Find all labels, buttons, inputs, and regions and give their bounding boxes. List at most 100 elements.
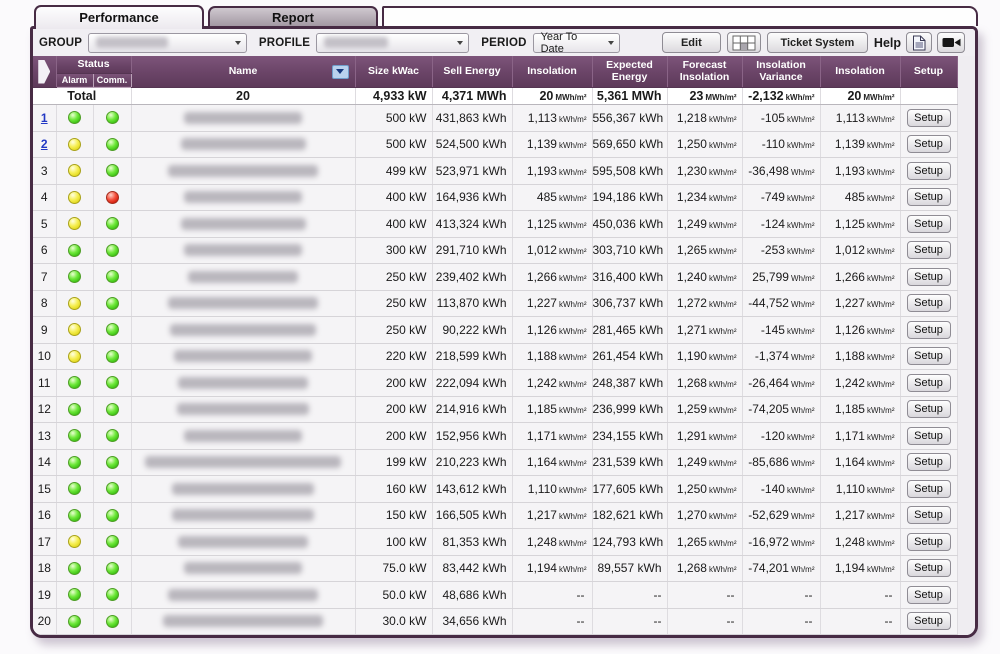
insolation2-cell-unit: kWh/m² [867,221,895,230]
insolation-variance-cell: -140kWh/m² [742,476,820,503]
forecast-insolation-cell-value: 1,249 [677,217,707,231]
comm-status-cell [93,131,131,158]
total-setup-empty [900,88,957,105]
size-cell: 250 kW [355,264,432,291]
insolation-cell: 1,012kWh/m² [512,237,592,264]
expected-energy-cell: 177,605 kWh [592,476,667,503]
site-name-redacted [172,509,314,521]
row-number: 6 [41,243,48,257]
alarm-status-cell [56,264,93,291]
setup-button[interactable]: Setup [907,612,951,630]
insolation-cell-value: 1,110 [528,482,557,496]
alarm-status-cell [56,423,93,450]
help-video-button[interactable] [937,32,965,53]
table-row: 4400 kW164,936 kWh485kWh/m²194,186 kWh1,… [33,184,957,211]
table-row: 1500 kW431,863 kWh1,113kWh/m²556,367 kWh… [33,105,957,132]
alarm-led-green [68,376,81,389]
setup-button[interactable]: Setup [907,268,951,286]
setup-button[interactable]: Setup [907,347,951,365]
alarm-status-cell [56,343,93,370]
row-number-link[interactable]: 1 [41,111,48,125]
insolation-variance-cell: -52,629Wh/m² [742,502,820,529]
row-number-cell: 1 [33,105,56,132]
forecast-insolation-cell: 1,291kWh/m² [667,423,742,450]
insolation-variance-cell: -- [742,582,820,609]
table-row: 2500 kW524,500 kWh1,139kWh/m²569,650 kWh… [33,131,957,158]
setup-button[interactable]: Setup [907,586,951,604]
size-cell: 200 kW [355,370,432,397]
setup-button[interactable]: Setup [907,533,951,551]
insolation-cell-value: 1,248 [527,535,557,549]
forecast-insolation-cell-unit: kWh/m² [709,221,737,230]
insolation2-cell-value: 1,113 [836,111,865,125]
setup-button[interactable]: Setup [907,480,951,498]
insolation2-cell-unit: kWh/m² [867,486,895,495]
sell-energy-cell: 113,870 kWh [432,290,512,317]
setup-button[interactable]: Setup [907,162,951,180]
site-name-redacted [168,297,318,309]
row-number: 15 [38,482,51,496]
setup-cell: Setup [900,158,957,185]
setup-button[interactable]: Setup [907,453,951,471]
help-document-button[interactable] [906,32,932,53]
grid-view-button[interactable] [727,32,761,53]
insolation2-cell-value: 1,164 [835,455,865,469]
setup-button[interactable]: Setup [907,215,951,233]
comm-status-cell [93,158,131,185]
setup-button[interactable]: Setup [907,294,951,312]
profile-select[interactable] [316,33,469,53]
setup-button[interactable]: Setup [907,135,951,153]
tab-performance[interactable]: Performance [34,5,204,29]
insolation-cell-value: 1,171 [527,429,557,443]
setup-button[interactable]: Setup [907,506,951,524]
size-cell: 200 kW [355,423,432,450]
insolation2-cell-unit: kWh/m² [867,300,895,309]
comm-status-cell [93,396,131,423]
collapse-arrow-header[interactable] [33,56,56,88]
setup-button[interactable]: Setup [907,400,951,418]
insolation-cell: 1,125kWh/m² [512,211,592,238]
insolation-cell-unit: kWh/m² [559,459,587,468]
setup-cell: Setup [900,184,957,211]
setup-button[interactable]: Setup [907,427,951,445]
insolation2-cell-value: 1,012 [835,243,865,257]
edit-button[interactable]: Edit [662,32,721,53]
setup-button[interactable]: Setup [907,241,951,259]
alarm-status-cell [56,449,93,476]
tab-report[interactable]: Report [208,6,378,26]
insolation-variance-cell: -120kWh/m² [742,423,820,450]
forecast-insolation-cell: 1,250kWh/m² [667,476,742,503]
insolation-variance-header: Insolation Variance [742,56,820,88]
insolation-variance-cell-unit: kWh/m² [787,141,815,150]
setup-button[interactable]: Setup [907,559,951,577]
setup-button[interactable]: Setup [907,374,951,392]
row-number-link[interactable]: 2 [41,137,48,151]
size-cell: 499 kW [355,158,432,185]
alarm-led-yellow [68,191,81,204]
comm-led-green [106,615,119,628]
insolation-cell-value: 1,185 [527,402,557,416]
row-number: 5 [41,217,48,231]
insolation-variance-cell: -74,201Wh/m² [742,555,820,582]
comm-led-green [106,217,119,230]
insolation2-cell: -- [820,608,900,635]
row-number: 3 [41,164,48,178]
group-select[interactable] [88,33,247,53]
sell-energy-cell: 166,505 kWh [432,502,512,529]
alarm-status-cell [56,317,93,344]
setup-button[interactable]: Setup [907,321,951,339]
status-header: Status [56,56,131,73]
application-window: Performance Report GROUP PROFILE PERIOD … [30,4,978,638]
period-select[interactable]: Year To Date [533,33,620,53]
insolation-variance-cell: -36,498Wh/m² [742,158,820,185]
alarm-status-cell [56,290,93,317]
setup-button[interactable]: Setup [907,109,951,127]
alarm-status-cell [56,608,93,635]
setup-button[interactable]: Setup [907,188,951,206]
insolation-variance-cell-unit: kWh/m² [787,115,815,124]
insolation2-cell-value: -- [885,588,893,602]
ticket-system-button[interactable]: Ticket System [767,32,868,53]
name-sort-button[interactable] [332,65,349,79]
sell-energy-cell: 524,500 kWh [432,131,512,158]
insolation2-cell: 1,248kWh/m² [820,529,900,556]
